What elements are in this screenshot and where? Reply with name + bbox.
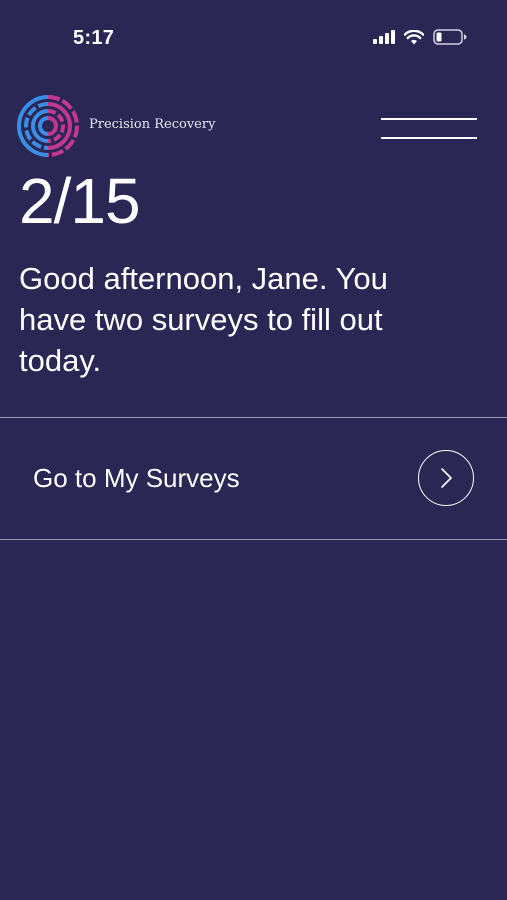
wifi-icon (404, 29, 424, 45)
signal-icon (373, 30, 395, 44)
app-header: Precision Recovery (17, 95, 477, 157)
hamburger-menu-icon[interactable] (381, 118, 477, 140)
status-bar: 5:17 (0, 0, 507, 70)
brand-name: Precision Recovery (89, 117, 216, 132)
go-to-surveys-label: Go to My Surveys (33, 463, 240, 493)
greeting-message: Good afternoon, Jane. You have two surve… (19, 261, 388, 378)
go-to-surveys-button[interactable]: Go to My Surveys (0, 418, 507, 539)
chevron-right-circle-icon[interactable] (418, 450, 474, 506)
status-time: 5:17 (73, 27, 115, 49)
battery-icon (433, 29, 467, 45)
menu-line (381, 137, 477, 139)
current-date: 2/15 (19, 165, 141, 237)
menu-line (381, 118, 477, 120)
brand-logo (17, 95, 79, 162)
status-icons (373, 29, 467, 45)
divider (0, 539, 507, 540)
